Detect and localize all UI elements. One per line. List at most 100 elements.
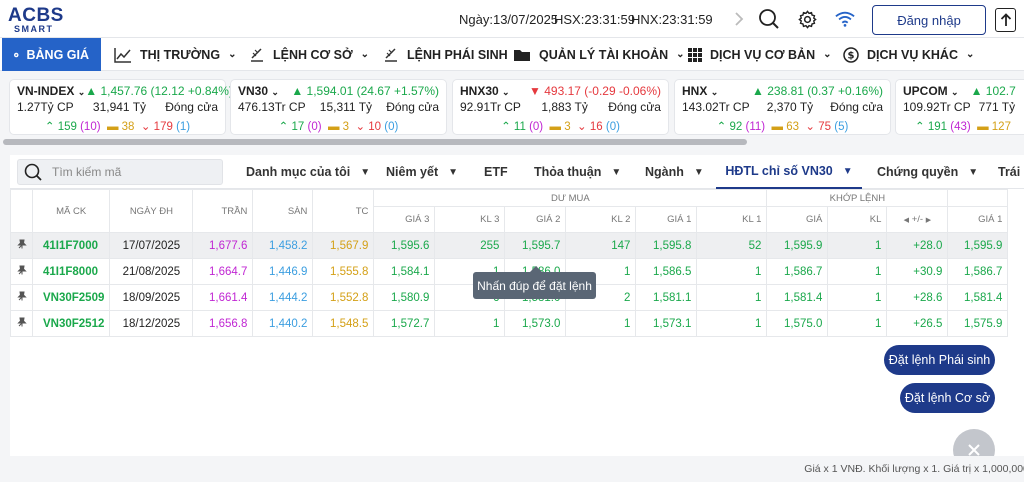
nav-account-management[interactable]: QUẢN LÝ TÀI KHOẢN ⌄ xyxy=(513,38,685,71)
nav-market[interactable]: THỊ TRƯỜNG ⌄ xyxy=(114,38,236,71)
bid3-cell[interactable]: 1,572.7 xyxy=(373,310,436,337)
floor-cell[interactable]: 1,440.2 xyxy=(252,310,314,337)
table-row[interactable]: 41I1F7000 17/07/2025 1,677.6 1,458.2 1,5… xyxy=(10,232,1009,259)
pin-icon[interactable] xyxy=(10,232,33,259)
reference-cell[interactable]: 1,567.9 xyxy=(312,232,375,259)
bid2-cell[interactable]: 1,595.7 xyxy=(504,232,567,259)
reference-cell[interactable]: 1,555.8 xyxy=(312,258,375,285)
tab-etf[interactable]: ETF xyxy=(484,155,508,189)
index-breadth: ⌃ 92 (11) ▬ 63 ⌄ 75 (5) xyxy=(716,121,849,133)
col-header-expiry[interactable]: NGÀY ĐH xyxy=(109,189,194,233)
match-price-cell[interactable]: 1,595.9 xyxy=(766,232,829,259)
floor-cell[interactable]: 1,446.9 xyxy=(252,258,314,285)
ask1-cell[interactable]: 1,575.9 xyxy=(947,310,1009,337)
caret-down-icon: ▼ xyxy=(448,166,459,178)
gear-icon[interactable] xyxy=(797,9,817,29)
derivative-order-button[interactable]: Đặt lệnh Phái sinh xyxy=(884,345,995,375)
bid1-cell[interactable]: 1,581.1 xyxy=(635,284,698,311)
bid1-cell[interactable]: 1,573.1 xyxy=(635,310,698,337)
ask1-cell[interactable]: 1,581.4 xyxy=(947,284,1009,311)
group-header-bid: DƯ MUA xyxy=(373,189,768,207)
nav-price-board[interactable]: BẢNG GIÁ xyxy=(2,38,101,71)
match-price-cell[interactable]: 1,581.4 xyxy=(766,284,829,311)
dollar-icon: $ xyxy=(843,46,859,63)
index-name: HNX30 ⌄ xyxy=(460,84,510,98)
floor-cell[interactable]: 1,444.2 xyxy=(252,284,314,311)
ceiling-cell[interactable]: 1,656.8 xyxy=(192,310,254,337)
table-row[interactable]: VN30F2512 18/12/2025 1,656.8 1,440.2 1,5… xyxy=(10,310,1009,337)
col-header-symbol[interactable]: MÃ CK xyxy=(31,189,111,233)
caret-right-icon[interactable]: ▶ xyxy=(926,217,931,224)
col-header-bid2[interactable]: GIÁ 2 xyxy=(504,206,567,233)
col-header-bidvol3[interactable]: KL 3 xyxy=(434,206,506,233)
ceiling-cell[interactable]: 1,664.7 xyxy=(192,258,254,285)
pin-icon[interactable] xyxy=(10,258,33,285)
bid3-cell[interactable]: 1,595.6 xyxy=(373,232,436,259)
col-header-bidvol1[interactable]: KL 1 xyxy=(696,206,768,233)
reference-cell[interactable]: 1,552.8 xyxy=(312,284,375,311)
symbol-cell[interactable]: 41I1F7000 xyxy=(31,232,111,259)
col-header-ceiling[interactable]: TRẦN xyxy=(192,189,254,233)
nav-basic-services[interactable]: DỊCH VỤ CƠ BẢN ⌄ xyxy=(688,38,832,71)
acbs-logo[interactable]: ACBS SMART xyxy=(8,6,64,34)
symbol-cell[interactable]: 41I1F8000 xyxy=(31,258,111,285)
index-name: UPCOM ⌄ xyxy=(903,84,959,98)
tab-watchlist[interactable]: Danh mục của tôi ▼ xyxy=(246,155,370,189)
col-header-floor[interactable]: SÀN xyxy=(252,189,314,233)
col-header-match-vol[interactable]: KL xyxy=(827,206,888,233)
reference-cell[interactable]: 1,548.5 xyxy=(312,310,375,337)
grid-icon xyxy=(688,47,702,62)
base-order-button[interactable]: Đặt lệnh Cơ sở xyxy=(900,383,995,413)
match-price-cell[interactable]: 1,586.7 xyxy=(766,258,829,285)
index-card-vnindex[interactable]: VN-INDEX ⌄ ▲ 1,457.76 (12.12 +0.84%) 1.27… xyxy=(9,79,233,135)
index-card-hnx30[interactable]: HNX30 ⌄ ▼ 493.17 (-0.29 -0.06%) 92.91Tr C… xyxy=(452,79,669,135)
symbol-cell[interactable]: VN30F2509 xyxy=(31,284,111,311)
nav-label: DỊCH VỤ KHÁC xyxy=(867,47,958,62)
floor-cell[interactable]: 1,458.2 xyxy=(252,232,314,259)
index-turnover: 2,370 Tỷ xyxy=(766,100,814,114)
ask1-cell[interactable]: 1,586.7 xyxy=(947,258,1009,285)
index-card-hnx[interactable]: HNX ⌄ ▲ 238.81 (0.37 +0.16%) 143.02Tr CP 2… xyxy=(674,79,891,135)
bid1-cell[interactable]: 1,586.5 xyxy=(635,258,698,285)
pin-icon[interactable] xyxy=(10,284,33,311)
col-header-bid1[interactable]: GIÁ 1 xyxy=(635,206,698,233)
pin-icon[interactable] xyxy=(10,310,33,337)
tab-bonds[interactable]: Trái p xyxy=(998,155,1024,189)
search-placeholder: Tìm kiếm mã xyxy=(52,165,122,179)
bid1-cell[interactable]: 1,595.8 xyxy=(635,232,698,259)
col-header-bid3[interactable]: GIÁ 3 xyxy=(373,206,436,233)
symbol-search-input[interactable]: Tìm kiếm mã xyxy=(17,159,223,185)
tab-negotiated[interactable]: Thỏa thuận ▼ xyxy=(534,155,621,189)
bid3-cell[interactable]: 1,580.9 xyxy=(373,284,436,311)
login-button[interactable]: Đăng nhập xyxy=(872,5,986,35)
tab-listed[interactable]: Niêm yết ▼ xyxy=(386,155,458,189)
nav-derivative-orders[interactable]: LỆNH PHÁI SINH xyxy=(383,38,508,71)
nav-stock-orders[interactable]: LỆNH CƠ SỞ ⌄ xyxy=(249,38,369,71)
tab-vn30-futures[interactable]: HĐTL chỉ số VN30 ▼ xyxy=(716,155,862,189)
ceiling-cell[interactable]: 1,661.4 xyxy=(192,284,254,311)
tab-covered-warrants[interactable]: Chứng quyền ▼ xyxy=(877,155,978,189)
bid3-cell[interactable]: 1,584.1 xyxy=(373,258,436,285)
bidvol3-cell: 1 xyxy=(434,310,506,337)
match-price-cell[interactable]: 1,575.0 xyxy=(766,310,829,337)
col-header-change[interactable]: ◀ +/- ▶ xyxy=(886,206,949,233)
ceiling-cell[interactable]: 1,677.6 xyxy=(192,232,254,259)
index-card-vn30[interactable]: VN30 ⌄ ▲ 1,594.01 (24.67 +1.57%) 476.13Tr… xyxy=(230,79,447,135)
col-header-match-price[interactable]: GIÁ xyxy=(766,206,829,233)
nav-other-services[interactable]: $ DỊCH VỤ KHÁC ⌄ xyxy=(843,38,974,71)
index-card-upcom[interactable]: UPCOM ⌄ ▲ 102.7 109.92Tr CP 771 Tỷ ⌃ 191 (… xyxy=(895,79,1024,135)
index-volume: 109.92Tr CP xyxy=(903,100,971,114)
ask1-cell[interactable]: 1,595.9 xyxy=(947,232,1009,259)
bid2-cell[interactable]: 1,573.0 xyxy=(504,310,567,337)
col-header-bidvol2[interactable]: KL 2 xyxy=(565,206,637,233)
caret-left-icon[interactable]: ◀ xyxy=(904,217,909,224)
chevron-right-icon[interactable] xyxy=(729,9,749,29)
col-header-reference[interactable]: TC xyxy=(312,189,375,233)
symbol-cell[interactable]: VN30F2512 xyxy=(31,310,111,337)
upload-icon[interactable] xyxy=(995,8,1016,32)
ticker-scrollbar[interactable] xyxy=(3,139,747,145)
search-icon[interactable] xyxy=(758,8,780,30)
col-header-ask1[interactable]: GIÁ 1 xyxy=(947,206,1009,233)
tab-industry[interactable]: Ngành ▼ xyxy=(645,155,704,189)
chevron-down-icon: ⌄ xyxy=(360,49,370,60)
